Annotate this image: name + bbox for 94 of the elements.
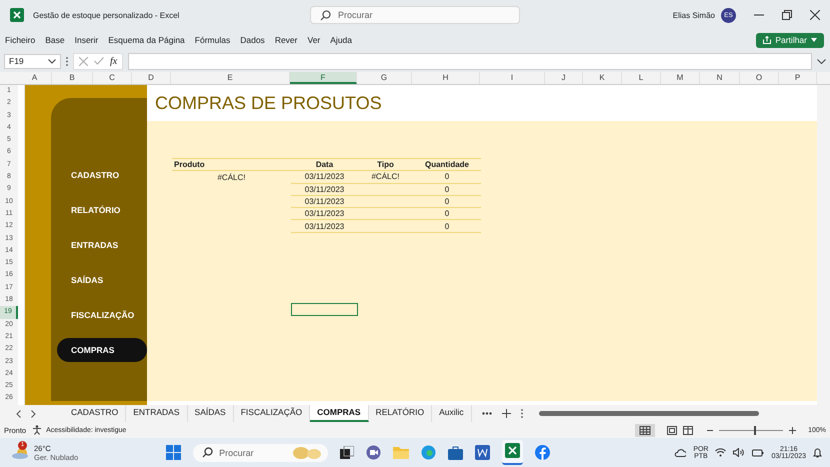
column-heading: Produto <box>172 158 291 171</box>
start-menu-icon[interactable] <box>166 445 182 460</box>
insert-function-button[interactable]: fx <box>110 56 118 66</box>
column-header[interactable]: K <box>583 72 622 84</box>
search-field[interactable]: Procurar <box>310 6 520 24</box>
next-sheet-icon[interactable] <box>31 410 36 418</box>
page-break-icon[interactable] <box>683 426 694 434</box>
table-cell: 0 <box>444 172 450 182</box>
column-header[interactable]: H <box>412 72 480 84</box>
share-button[interactable]: Partilhar <box>756 32 824 48</box>
expand-caret-icon[interactable] <box>817 58 826 64</box>
excel-taskbar-button[interactable] <box>502 440 524 465</box>
navigation-button[interactable]: CADASTRO <box>57 168 147 183</box>
column-header[interactable]: F <box>290 72 357 84</box>
column-heading: Data <box>291 158 358 171</box>
normal-view-icon[interactable] <box>635 424 656 436</box>
navigation-button[interactable]: COMPRAS <box>57 338 147 362</box>
menu-item[interactable]: Ajuda <box>330 35 352 45</box>
table-cell: 0 <box>444 184 450 194</box>
column-header[interactable]: J <box>545 72 583 84</box>
battery-icon[interactable] <box>752 448 764 456</box>
column-header[interactable]: A <box>18 72 52 84</box>
more-options-icon[interactable] <box>520 409 523 418</box>
video-call-icon[interactable] <box>366 445 382 460</box>
table-cell: 03/11/2023 <box>304 172 344 182</box>
navigation-button[interactable]: FISCALIZAÇÃO <box>57 308 147 323</box>
search-icon <box>202 447 214 458</box>
menu-item[interactable]: Ver <box>308 35 320 45</box>
column-header[interactable]: O <box>740 72 779 84</box>
column-header[interactable]: M <box>661 72 700 84</box>
column-header[interactable]: P <box>779 72 817 84</box>
column-header[interactable]: G <box>357 72 412 84</box>
caret-icon <box>811 38 817 42</box>
navigation-button[interactable]: SAÍDAS <box>57 273 147 288</box>
search-icon <box>320 10 331 20</box>
sheet-tab[interactable]: COMPRAS <box>310 405 369 422</box>
taskbar-search-field[interactable]: Procurar <box>193 444 328 462</box>
vertical-scrollbar[interactable] <box>817 85 830 405</box>
table-cell: 0 <box>444 209 450 218</box>
menu-item[interactable]: Rever <box>274 35 298 45</box>
cloud-icon <box>12 446 30 458</box>
speaker-icon[interactable] <box>733 448 746 457</box>
store-icon[interactable] <box>448 446 464 460</box>
add-sheet-icon[interactable] <box>502 409 511 418</box>
column-header[interactable]: D <box>132 72 171 84</box>
table-cell: #CÁLC! <box>371 172 400 182</box>
user-name: Elias Simão <box>672 10 715 20</box>
menu-item[interactable]: Esquema da Página <box>108 35 185 45</box>
dropdown-caret-icon <box>48 58 56 64</box>
table-cell: 03/11/2023 <box>304 222 344 231</box>
name-box[interactable]: F19 <box>4 54 61 68</box>
column-header[interactable]: C <box>93 72 132 84</box>
restore-icon[interactable] <box>782 10 792 20</box>
column-header[interactable]: I <box>480 72 545 84</box>
previous-sheet-icon[interactable] <box>16 410 21 418</box>
column-heading: Quantidade <box>413 158 481 171</box>
menu-item[interactable]: Fórmulas <box>194 35 230 45</box>
table-cell: #CÁLC! <box>217 172 246 182</box>
wifi-icon[interactable] <box>715 448 726 457</box>
table-cell: 03/11/2023 <box>304 184 344 194</box>
excel-icon <box>505 443 520 458</box>
zoom-in-icon[interactable] <box>789 426 796 434</box>
table-cell: 03/11/2023 <box>304 197 344 206</box>
menu-item[interactable]: Dados <box>240 35 265 45</box>
page-title: COMPRAS DE PROSUTOS <box>155 92 382 114</box>
share-icon <box>763 36 772 44</box>
menu-item[interactable]: Inserir <box>74 35 98 45</box>
notification-bell-icon[interactable] <box>813 448 822 458</box>
facebook-icon[interactable] <box>535 445 550 460</box>
checkmark-icon[interactable] <box>94 57 104 65</box>
column-header[interactable]: N <box>700 72 740 84</box>
table-cell: 0 <box>444 197 450 206</box>
menu-item[interactable]: Base <box>45 35 65 45</box>
hands-illustration-icon <box>292 446 322 460</box>
close-icon[interactable] <box>810 10 820 20</box>
column-header[interactable]: B <box>52 72 93 84</box>
window-title: Gestão de estoque personalizado - Excel <box>33 10 180 20</box>
page-layout-icon[interactable] <box>667 426 678 434</box>
selected-cell[interactable] <box>291 303 358 316</box>
browser-icon[interactable] <box>421 445 436 460</box>
table-cell: 03/11/2023 <box>304 209 344 218</box>
navigation-button[interactable]: RELATÓRIO <box>57 203 147 218</box>
menu-item[interactable]: Ficheiro <box>5 35 36 45</box>
navigation-button[interactable]: ENTRADAS <box>57 238 147 253</box>
table-cell: 0 <box>444 222 450 231</box>
word-icon[interactable] <box>475 445 490 460</box>
accessibility-icon[interactable] <box>32 425 42 435</box>
excel-logo-icon <box>10 8 24 22</box>
more-sheets-icon[interactable] <box>482 412 492 415</box>
column-heading: Tipo <box>358 158 413 171</box>
task-view-icon[interactable] <box>340 446 354 459</box>
formula-input[interactable] <box>128 52 812 70</box>
cloud-icon[interactable] <box>674 448 686 456</box>
column-header[interactable]: L <box>622 72 661 84</box>
